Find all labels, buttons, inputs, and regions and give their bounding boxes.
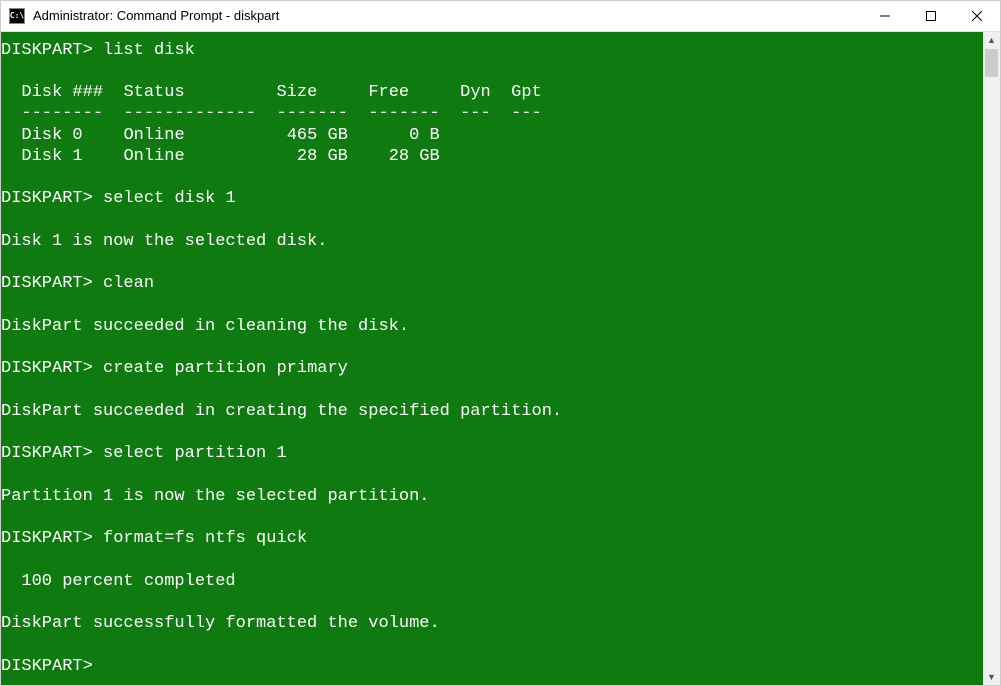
prompt-cursor[interactable]: DISKPART> (1, 657, 93, 676)
cmd-format: format=fs ntfs quick (103, 529, 307, 548)
th-disk: Disk ### (21, 83, 103, 102)
th-size: Size (276, 83, 317, 102)
msg-format-success: DiskPart successfully formatted the volu… (1, 614, 440, 633)
th-status: Status (123, 83, 184, 102)
prompt: DISKPART> (1, 444, 93, 463)
window-title: Administrator: Command Prompt - diskpart (33, 8, 862, 23)
cmd-create-partition: create partition primary (103, 359, 348, 378)
msg-disk-selected: Disk 1 is now the selected disk. (1, 232, 327, 251)
prompt: DISKPART> (1, 274, 93, 293)
maximize-button[interactable] (908, 1, 954, 31)
th-dyn: Dyn (460, 83, 491, 102)
prompt: DISKPART> (1, 41, 93, 60)
row1-disk: Disk 1 (21, 147, 82, 166)
row0-free: 0 B (409, 126, 440, 145)
row1-free: 28 GB (389, 147, 440, 166)
scroll-down-arrow-icon[interactable]: ▼ (983, 668, 1000, 685)
command-prompt-window: C:\ Administrator: Command Prompt - disk… (0, 0, 1001, 686)
row0-disk: Disk 0 (21, 126, 82, 145)
th-gpt: Gpt (511, 83, 542, 102)
msg-progress: 100 percent completed (1, 572, 236, 591)
row1-size: 28 GB (297, 147, 348, 166)
terminal-wrap: DISKPART> list disk Disk ### Status Size… (1, 32, 1000, 686)
row0-status: Online (123, 126, 184, 145)
cmd-clean: clean (103, 274, 154, 293)
prompt: DISKPART> (1, 359, 93, 378)
row0-size: 465 GB (287, 126, 348, 145)
cmd-icon: C:\ (9, 8, 25, 24)
scroll-track[interactable] (983, 49, 1000, 669)
prompt: DISKPART> (1, 189, 93, 208)
msg-clean: DiskPart succeeded in cleaning the disk. (1, 317, 409, 336)
msg-partition-selected: Partition 1 is now the selected partitio… (1, 487, 429, 506)
scroll-thumb[interactable] (985, 49, 998, 77)
window-controls (862, 1, 1000, 31)
prompt: DISKPART> (1, 529, 93, 548)
vertical-scrollbar[interactable]: ▲ ▼ (983, 32, 1000, 686)
close-button[interactable] (954, 1, 1000, 31)
row1-status: Online (123, 147, 184, 166)
th-free: Free (368, 83, 409, 102)
minimize-button[interactable] (862, 1, 908, 31)
cmd-select-partition: select partition 1 (103, 444, 287, 463)
terminal-output[interactable]: DISKPART> list disk Disk ### Status Size… (1, 32, 983, 686)
scroll-up-arrow-icon[interactable]: ▲ (983, 32, 1000, 49)
cmd-select-disk: select disk 1 (103, 189, 236, 208)
cmd-list-disk: list disk (103, 41, 195, 60)
msg-partition-created: DiskPart succeeded in creating the speci… (1, 402, 562, 421)
titlebar[interactable]: C:\ Administrator: Command Prompt - disk… (1, 1, 1000, 32)
